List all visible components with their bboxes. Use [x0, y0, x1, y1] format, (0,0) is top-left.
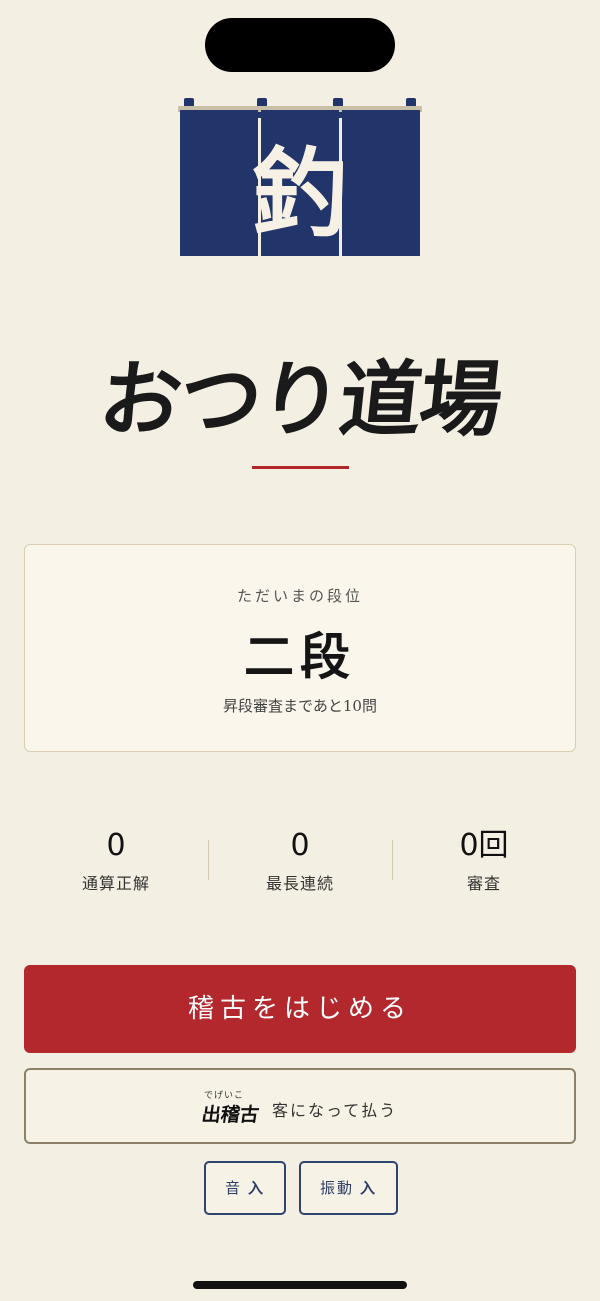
stat-value: 0回 — [459, 828, 509, 863]
sound-state: 入 — [248, 1179, 266, 1197]
stat-label: 審査 — [466, 874, 501, 893]
dynamic-island — [205, 18, 395, 72]
stat-value: 0 — [106, 828, 126, 863]
home-indicator — [193, 1281, 407, 1289]
start-practice-button[interactable]: 稽古をはじめる — [24, 965, 576, 1053]
rank-subtext: 昇段審査まであと10問 — [223, 697, 377, 715]
dekeiko-button[interactable]: でげいこ 出稽古 客になって払う — [24, 1068, 576, 1144]
stat-label: 通算正解 — [81, 874, 150, 893]
rank-label: ただいまの段位 — [236, 587, 363, 605]
stats-row: 0 通算正解 0 最長連続 0回 審査 — [24, 828, 576, 898]
stat-value: 0 — [290, 828, 310, 863]
vibration-state: 入 — [360, 1179, 378, 1197]
stat-longest-streak: 0 最長連続 — [208, 828, 392, 898]
sound-toggle[interactable]: 音入 — [204, 1161, 286, 1215]
title-underline — [252, 466, 349, 469]
stat-label: 最長連続 — [265, 874, 334, 893]
dekeiko-description: 客になって払う — [272, 1101, 398, 1120]
app-title-block: おつり道場 — [80, 335, 520, 465]
stat-exams: 0回 審査 — [392, 828, 576, 898]
vibration-label: 振動 — [319, 1179, 354, 1197]
noren-curtain-icon: 釣 — [178, 98, 422, 256]
noren-kanji: 釣 — [252, 137, 348, 250]
rank-card: ただいまの段位 二段 昇段審査まであと10問 — [24, 544, 576, 752]
dekeiko-label: 出稽古 — [200, 1104, 261, 1126]
app-title: おつり道場 — [94, 352, 506, 448]
stat-total-correct: 0 通算正解 — [24, 828, 208, 898]
rank-value: 二段 — [244, 627, 356, 686]
sound-label: 音 — [224, 1179, 242, 1197]
vibration-toggle[interactable]: 振動入 — [299, 1161, 398, 1215]
